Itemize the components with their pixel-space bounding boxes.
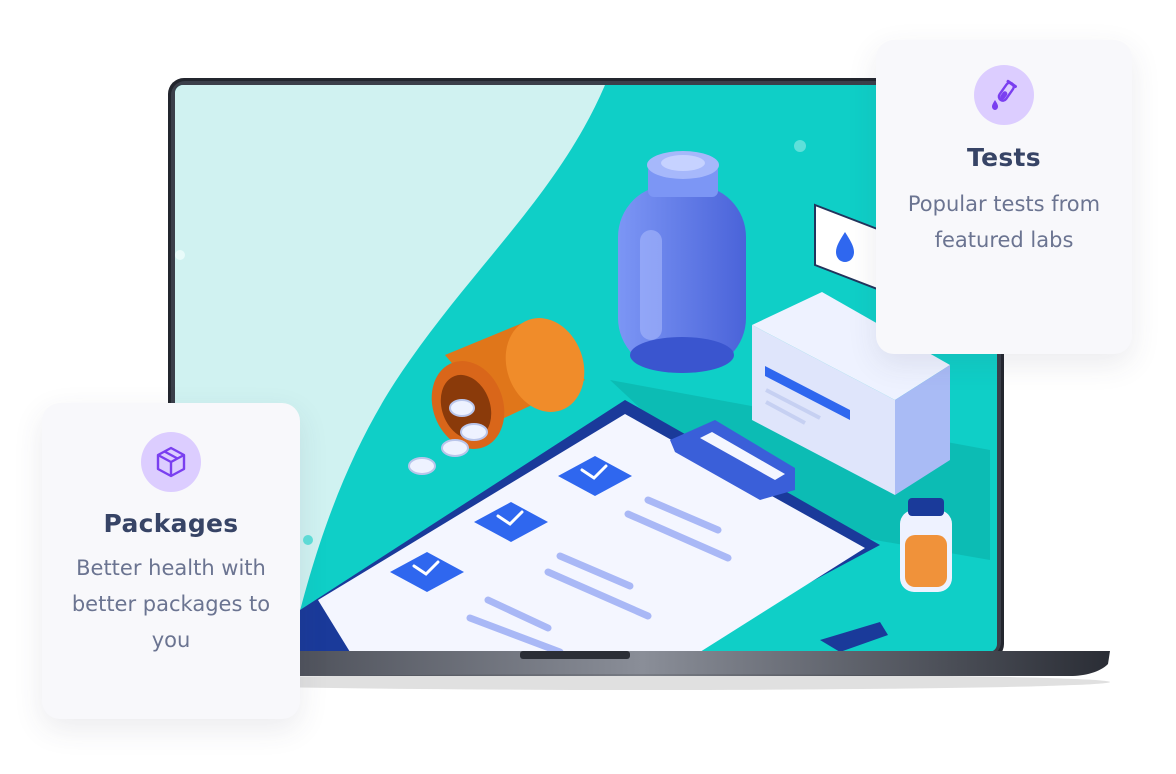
small-jar-illustration (900, 498, 952, 592)
laptop-base (170, 651, 1110, 690)
packages-card[interactable]: Packages Better health with better packa… (42, 403, 300, 719)
tests-title: Tests (967, 143, 1041, 172)
tests-description: Popular tests from featured labs (907, 192, 1101, 252)
package-box-icon (141, 432, 201, 492)
packages-title: Packages (103, 509, 239, 538)
packages-description: Better health with better packages to yo… (71, 556, 271, 652)
tests-card[interactable]: Tests Popular tests from featured labs (876, 40, 1132, 354)
test-tube-icon (974, 65, 1034, 125)
